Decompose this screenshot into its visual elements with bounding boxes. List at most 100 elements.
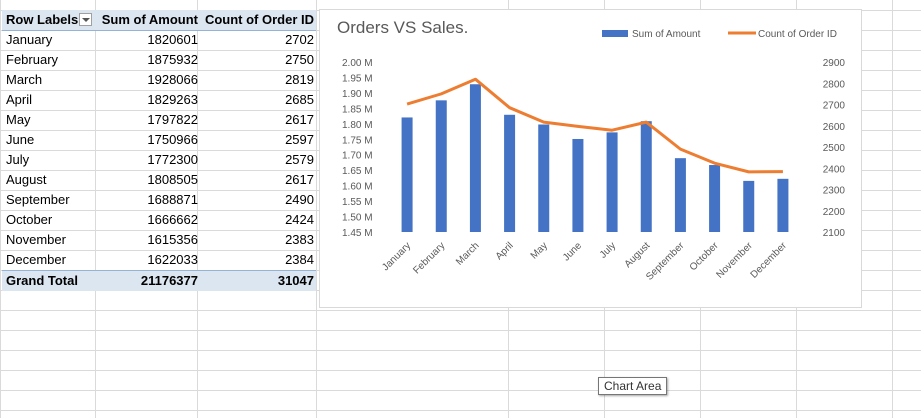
y-right-tick-label: 2600	[823, 122, 846, 133]
x-tick-label: February	[411, 240, 447, 276]
row-count: 2819	[285, 72, 314, 87]
row-count: 2490	[285, 192, 314, 207]
legend-bar-swatch	[602, 30, 628, 37]
y-left-tick-label: 2.00 M	[342, 58, 373, 69]
grand-total-amount: 21176377	[140, 273, 198, 288]
x-tick-label: May	[529, 240, 550, 261]
row-amount: 1797822	[147, 112, 198, 127]
bar	[504, 114, 516, 232]
bar	[572, 138, 584, 232]
y-right-tick-label: 2700	[823, 101, 846, 112]
row-amount: 1750966	[147, 132, 198, 147]
legend-label: Sum of Amount	[632, 29, 701, 40]
y-right-tick-label: 2900	[823, 58, 846, 69]
y-left-tick-label: 1.90 M	[342, 89, 373, 100]
sum-amount-header[interactable]: Sum of Amount	[94, 12, 198, 27]
y-right-tick-label: 2300	[823, 186, 846, 197]
row-count: 2750	[285, 52, 314, 67]
y-left-tick-label: 1.60 M	[342, 182, 373, 193]
y-left-tick-label: 1.65 M	[342, 166, 373, 177]
row-count: 2597	[285, 132, 314, 147]
y-left-tick-label: 1.70 M	[342, 151, 373, 162]
table-row[interactable]: February 1875932 2750	[2, 50, 316, 70]
bar	[777, 178, 789, 232]
row-label: December	[6, 252, 66, 267]
table-row[interactable]: March 1928066 2819	[2, 70, 316, 90]
x-tick-label: September	[644, 240, 687, 283]
legend-label: Count of Order ID	[758, 29, 837, 40]
x-tick-label: July	[598, 240, 618, 260]
row-amount: 1820601	[147, 32, 198, 47]
row-amount: 1829263	[147, 92, 198, 107]
row-label: October	[6, 212, 53, 227]
bar	[709, 165, 721, 232]
table-row[interactable]: May 1797822 2617	[2, 110, 316, 130]
table-row[interactable]: January 1820601 2702	[2, 30, 316, 50]
y-left-tick-label: 1.80 M	[342, 120, 373, 131]
row-label: July	[6, 152, 30, 167]
row-label: April	[6, 92, 33, 107]
bar	[435, 100, 447, 232]
x-tick-label: January	[380, 240, 413, 273]
bar	[606, 132, 618, 232]
table-row[interactable]: April 1829263 2685	[2, 90, 316, 110]
row-count: 2424	[285, 212, 314, 227]
bar	[538, 124, 550, 232]
grand-total-label: Grand Total	[6, 273, 78, 288]
y-right-tick-label: 2400	[823, 164, 846, 175]
table-row[interactable]: October 1666662 2424	[2, 210, 316, 230]
pivot-header-row: Row Labels Sum of Amount Count of Order …	[2, 10, 316, 31]
bar	[401, 117, 413, 232]
combo-chart[interactable]: 2.00 M 1.95 M 1.90 M 1.85 M 1.80 M 1.75 M 1.70…	[320, 10, 861, 307]
bar	[469, 84, 481, 232]
row-amount: 1666662	[147, 212, 198, 227]
row-amount: 1622033	[147, 252, 198, 267]
row-count: 2383	[285, 232, 314, 247]
x-tick-label: March	[454, 240, 481, 267]
y-right-tick-label: 2100	[823, 228, 846, 239]
table-row[interactable]: August 1808505 2617	[2, 170, 316, 190]
x-tick-label: October	[688, 240, 721, 273]
y-left-tick-label: 1.75 M	[342, 135, 373, 146]
x-tick-label: August	[623, 240, 653, 270]
row-label: September	[6, 192, 70, 207]
row-amount: 1772300	[147, 152, 198, 167]
row-label: May	[6, 112, 31, 127]
row-label: November	[6, 232, 66, 247]
row-label: March	[6, 72, 43, 87]
row-labels-header[interactable]: Row Labels	[6, 12, 78, 27]
table-row[interactable]: December 1622033 2384	[2, 250, 316, 270]
table-row[interactable]: September 1688871 2490	[2, 190, 316, 210]
row-count: 2685	[285, 92, 314, 107]
y-left-tick-label: 1.45 M	[342, 228, 373, 239]
chart-area[interactable]: Orders VS Sales. 2.00 M 1.95 M 1.90 M 1.85 …	[319, 9, 862, 308]
bar	[640, 121, 652, 232]
table-row[interactable]: November 1615356 2383	[2, 230, 316, 250]
row-amount: 1615356	[147, 232, 198, 247]
y-left-tick-label: 1.50 M	[342, 213, 373, 224]
row-label: January	[6, 32, 53, 47]
row-count: 2702	[285, 32, 314, 47]
row-label: June	[6, 132, 35, 147]
table-row[interactable]: June 1750966 2597	[2, 130, 316, 150]
row-label: August	[6, 172, 47, 187]
row-amount: 1688871	[147, 192, 198, 207]
row-amount: 1875932	[147, 52, 198, 67]
line-series	[406, 77, 783, 174]
y-left-tick-label: 1.95 M	[342, 73, 373, 84]
count-order-header[interactable]: Count of Order ID	[198, 12, 314, 27]
grand-total-row[interactable]: Grand Total 21176377 31047	[2, 270, 316, 291]
y-right-tick-label: 2500	[823, 143, 846, 154]
grand-total-count: 31047	[277, 273, 314, 288]
bar	[743, 180, 755, 232]
filter-dropdown-icon[interactable]	[79, 13, 92, 26]
row-amount: 1808505	[147, 172, 198, 187]
row-count: 2579	[285, 152, 314, 167]
y-right-tick-label: 2200	[823, 207, 846, 218]
table-row[interactable]: July 1772300 2579	[2, 150, 316, 170]
y-right-tick-label: 2800	[823, 79, 846, 90]
x-tick-label: June	[561, 240, 584, 263]
x-tick-label: December	[749, 240, 790, 281]
y-left-tick-label: 1.85 M	[342, 104, 373, 115]
y-left-tick-label: 1.55 M	[342, 197, 373, 208]
